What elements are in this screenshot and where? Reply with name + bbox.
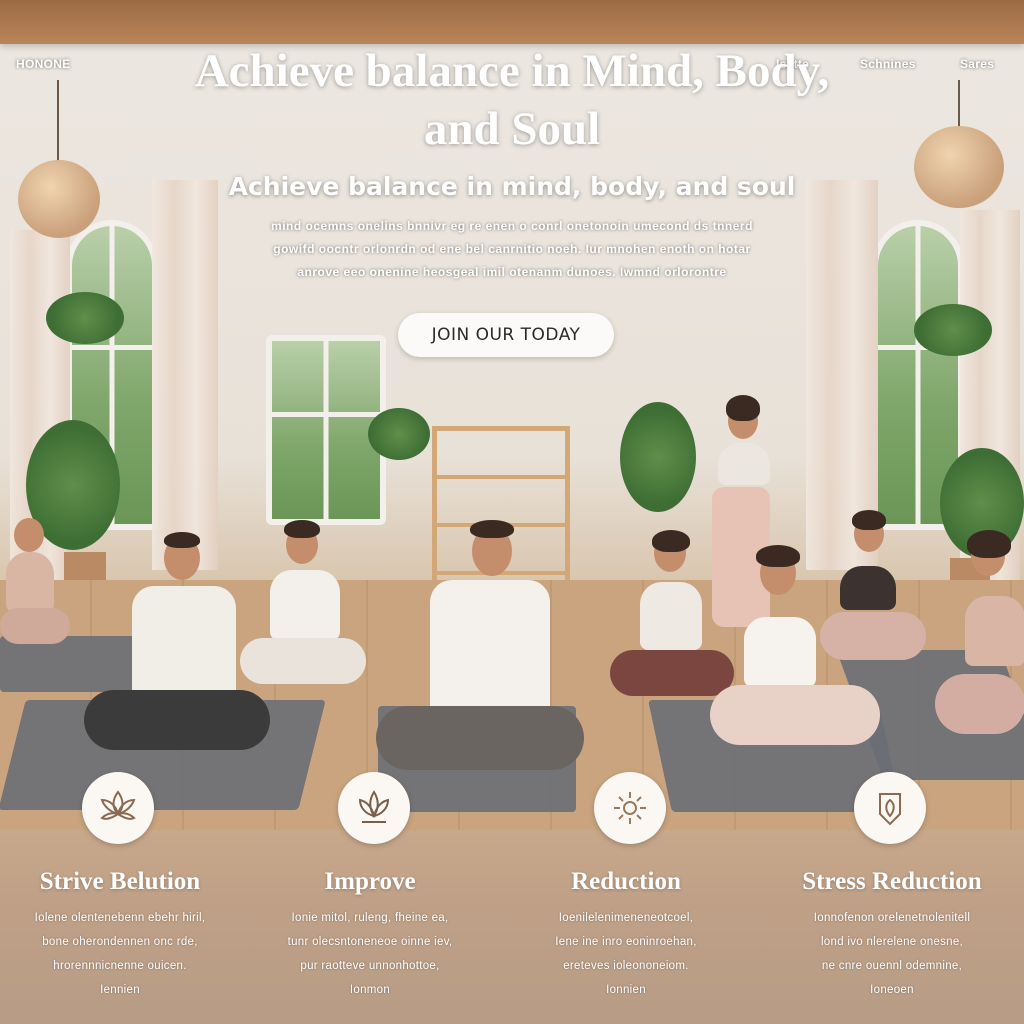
feature-desc-line: Iene ine inro eoninroehan, xyxy=(555,936,697,948)
hero-title: Achieve balance in Mind, Body, and Soul xyxy=(194,45,830,155)
feature-desc-line: Iennien xyxy=(100,984,140,996)
feature-desc-line: lond ivo nlerelene onesne, xyxy=(820,936,964,948)
hero-subtitle: Achieve balance in mind, body, and soul xyxy=(228,172,796,201)
pendant-lamp-left xyxy=(18,160,100,238)
join-button[interactable]: JOIN OUR TODAY xyxy=(398,313,614,357)
hanging-plant-right xyxy=(914,304,992,356)
feature-desc-line: Ionmon xyxy=(349,984,391,996)
feature-desc-line: tunr olecsntoneneoe oinne iev, xyxy=(287,936,453,948)
curtain-left-inner xyxy=(152,180,218,570)
feature-desc-line: Ioneoen xyxy=(870,984,914,996)
back-plant xyxy=(620,402,696,512)
hero-body: mind ocemns onelins bnnivr eg re enen o … xyxy=(212,215,812,284)
feature-desc: Ionnofenon orelenetnolenitell lond ivo n… xyxy=(772,906,1012,1002)
feature-card-3: Reduction Ioenilelenimeneneotcoel, Iene … xyxy=(506,868,746,1002)
ceiling-beam xyxy=(0,0,1024,44)
feature-title: Reduction xyxy=(571,868,681,895)
person-far-right xyxy=(925,530,1024,750)
lotus-outline-icon xyxy=(338,772,410,844)
feature-desc-line: ne cnre ouennl odemnine, xyxy=(821,960,963,972)
feature-desc-line: hrorennnicnenne ouicen. xyxy=(53,960,187,972)
feature-desc: Iolene olentenebenn ebehr hiril, bone oh… xyxy=(0,906,240,1002)
person-center-arm-raised xyxy=(360,520,590,780)
person-black-top xyxy=(820,510,930,670)
feature-desc-line: Ionie mitol, ruleng, fheine ea, xyxy=(291,912,449,924)
sun-icon xyxy=(594,772,666,844)
feature-title: Strive Belution xyxy=(39,868,201,895)
leaf-badge-icon xyxy=(854,772,926,844)
nav-link-3[interactable]: Sares xyxy=(960,57,994,71)
hero-body-line: anrove eeo onenine heosgeal imil otenanm… xyxy=(297,265,727,279)
person-left-arms-up xyxy=(0,480,70,660)
feature-title: Stress Reduction xyxy=(802,868,982,895)
feature-desc-line: pur raotteve unnonhottoe, xyxy=(300,960,440,972)
feature-title: Improve xyxy=(324,868,416,895)
hero-body-line: gowifd oocntr orlonrdn od ene bel canrni… xyxy=(273,242,751,256)
feature-desc: Ionie mitol, ruleng, fheine ea, tunr ole… xyxy=(250,906,490,1002)
shelf-plant xyxy=(368,408,430,460)
hanging-plant-left xyxy=(46,292,124,344)
nav-link-2[interactable]: Schnines xyxy=(860,57,916,71)
feature-desc-line: ereteves ioleononeiom. xyxy=(563,960,689,972)
feature-card-2: Improve Ionie mitol, ruleng, fheine ea, … xyxy=(250,868,490,1002)
feature-desc-line: Ionnien xyxy=(606,984,646,996)
feature-card-4: Stress Reduction Ionnofenon orelenetnole… xyxy=(772,868,1012,1002)
feature-desc-line: Ionnofenon orelenetnolenitell xyxy=(813,912,971,924)
feature-desc-line: bone oherondennen onc rde, xyxy=(42,936,198,948)
lamp-cord-left xyxy=(57,80,59,165)
pendant-lamp-right xyxy=(914,126,1004,208)
lamp-cord-right xyxy=(958,80,960,130)
feature-desc-line: Iolene olentenebenn ebehr hiril, xyxy=(34,912,206,924)
hero-body-line: mind ocemns onelins bnnivr eg re enen o … xyxy=(271,219,753,233)
lotus-icon xyxy=(82,772,154,844)
feature-desc-line: Ioenilelenimeneneotcoel, xyxy=(558,912,694,924)
person-white-top xyxy=(240,520,370,690)
feature-card-1: Strive Belution Iolene olentenebenn ebeh… xyxy=(0,868,240,1002)
feature-desc: Ioenilelenimeneneotcoel, Iene ine inro e… xyxy=(506,906,746,1002)
brand-logo[interactable]: HONONE xyxy=(16,57,70,71)
